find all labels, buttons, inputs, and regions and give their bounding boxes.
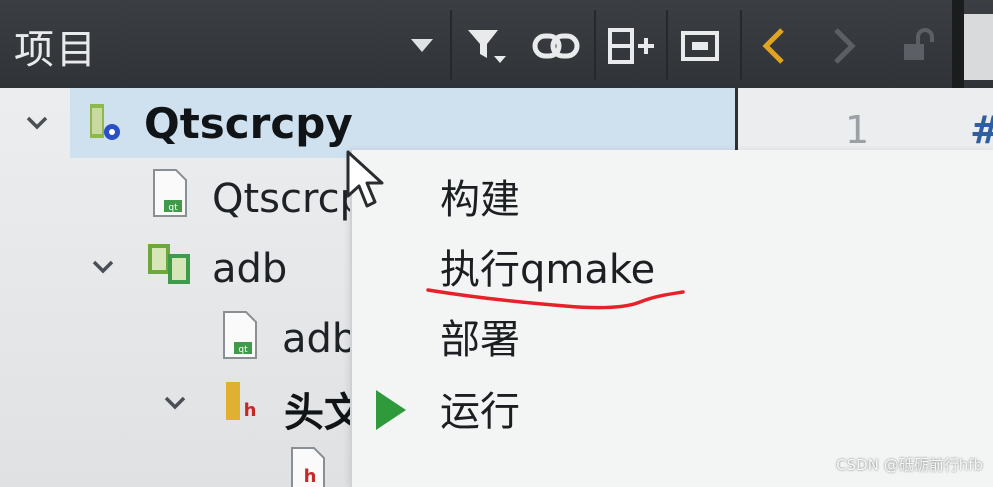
mouse-cursor-icon — [346, 150, 384, 208]
svg-text:h: h — [244, 400, 257, 421]
forward-arrow-icon[interactable] — [822, 12, 866, 80]
back-arrow-icon[interactable] — [752, 12, 796, 80]
svg-text:qt: qt — [168, 203, 178, 213]
ide-screen: 项目 Qtscrcpy qt Qtscrcp adb qt adb h 头文 h… — [0, 0, 993, 487]
tree-item-label: Qtscrcp — [212, 176, 365, 222]
tree-item-label: adb — [282, 316, 358, 362]
dropdown-triangle-icon[interactable] — [404, 12, 440, 80]
menu-item-run[interactable]: 运行 — [440, 382, 520, 442]
project-icon — [84, 102, 128, 150]
link-icon[interactable] — [526, 12, 586, 80]
svg-text:qt: qt — [238, 345, 248, 355]
code-text: # — [970, 108, 993, 152]
tree-item-project[interactable]: Qtscrcpy — [144, 88, 353, 158]
header-folder-icon: h — [222, 378, 262, 428]
red-underline-annotation — [426, 288, 685, 310]
lock-icon[interactable] — [892, 12, 944, 80]
tree-item-adb-file[interactable]: adb — [282, 304, 357, 374]
chevron-down-icon[interactable] — [88, 252, 118, 282]
tree-item-label: Qtscrcpy — [144, 98, 353, 148]
tree-item-pro-file[interactable]: Qtscrcp — [212, 164, 365, 234]
project-toolbar: 项目 — [0, 0, 993, 88]
pro-file-icon: qt — [150, 168, 190, 222]
filter-icon[interactable] — [458, 12, 514, 80]
panel-title: 项目 — [14, 27, 98, 73]
run-icon — [376, 390, 406, 430]
tree-item-adb-folder[interactable]: adb — [212, 234, 287, 304]
watermark: CSDN @砥砺前行hfb — [836, 456, 983, 474]
line-number: 1 — [845, 108, 870, 152]
chevron-down-icon[interactable] — [160, 388, 190, 418]
chevron-down-icon[interactable] — [22, 108, 52, 138]
split-add-icon[interactable] — [602, 12, 660, 80]
subproject-icon — [146, 240, 196, 290]
menu-item-deploy[interactable]: 部署 — [440, 310, 520, 370]
toolbar-gap — [952, 0, 964, 88]
menu-item-build[interactable]: 构建 — [440, 170, 520, 230]
svg-text:h: h — [304, 466, 317, 487]
window-icon[interactable] — [674, 12, 726, 80]
header-file-icon: h — [288, 446, 328, 487]
panel-divider — [735, 88, 738, 158]
pro-file-icon: qt — [220, 310, 260, 364]
tree-item-label: adb — [212, 246, 288, 292]
editor-tab[interactable] — [964, 14, 993, 80]
